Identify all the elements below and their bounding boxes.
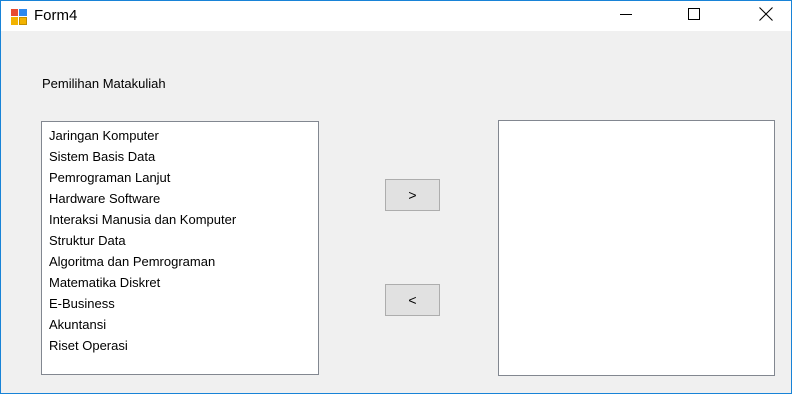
minimize-icon	[620, 7, 632, 25]
add-course-button[interactable]: >	[385, 179, 440, 211]
list-item[interactable]: Akuntansi	[49, 314, 318, 335]
list-item[interactable]: E-Business	[49, 293, 318, 314]
list-item[interactable]: Riset Operasi	[49, 335, 318, 356]
form-window: Form4 Pemilihan Matakuliah Jaringan Komp…	[0, 0, 792, 394]
remove-course-button[interactable]: <	[385, 284, 440, 316]
available-courses-listbox[interactable]: Jaringan Komputer Sistem Basis Data Pemr…	[41, 121, 319, 375]
selected-courses-listbox[interactable]	[498, 120, 775, 376]
winforms-form-icon	[11, 9, 27, 25]
maximize-icon	[688, 7, 700, 25]
close-button[interactable]	[743, 1, 789, 31]
list-item[interactable]: Interaksi Manusia dan Komputer	[49, 209, 318, 230]
minimize-button[interactable]	[603, 1, 649, 31]
list-item[interactable]: Algoritma dan Pemrograman	[49, 251, 318, 272]
list-item[interactable]: Pemrograman Lanjut	[49, 167, 318, 188]
list-item[interactable]: Sistem Basis Data	[49, 146, 318, 167]
list-item[interactable]: Hardware Software	[49, 188, 318, 209]
form-client-area: Pemilihan Matakuliah Jaringan Komputer S…	[1, 31, 791, 393]
close-icon	[759, 6, 773, 26]
list-item[interactable]: Matematika Diskret	[49, 272, 318, 293]
title-bar[interactable]: Form4	[1, 1, 791, 31]
window-title: Form4	[34, 7, 78, 24]
maximize-button[interactable]	[671, 1, 717, 31]
course-selection-label: Pemilihan Matakuliah	[42, 76, 166, 91]
list-item[interactable]: Jaringan Komputer	[49, 125, 318, 146]
list-item[interactable]: Struktur Data	[49, 230, 318, 251]
